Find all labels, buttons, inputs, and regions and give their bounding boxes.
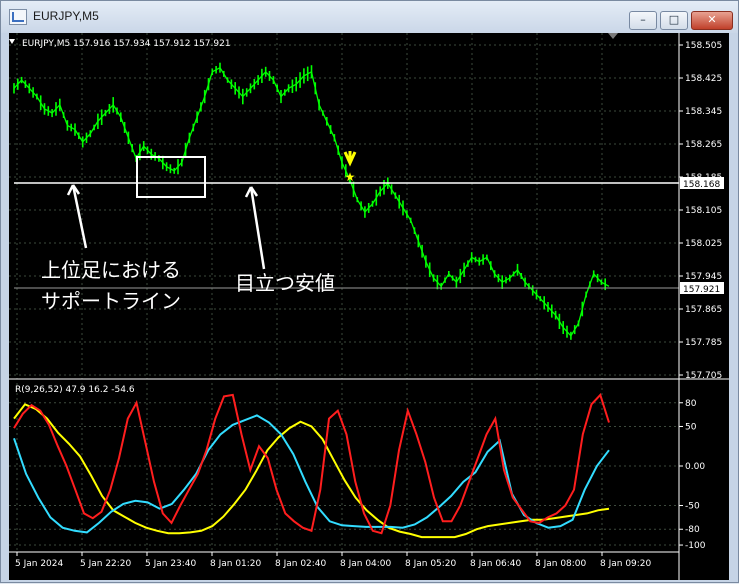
indicator-tick-label: -100: [685, 541, 706, 551]
time-tick-label: 8 Jan 08:00: [535, 559, 587, 569]
maximize-icon: □: [668, 13, 680, 26]
maximize-button[interactable]: □: [660, 11, 688, 30]
time-tick-label: 8 Jan 05:20: [405, 559, 457, 569]
minimize-icon: –: [640, 13, 646, 26]
window-titlebar[interactable]: EURJPY,M5 – □ ✕: [1, 1, 738, 33]
close-icon: ✕: [707, 13, 717, 26]
chart-window-icon: [9, 9, 27, 25]
time-tick-label: 5 Jan 2024: [15, 559, 63, 569]
time-tick-label: 8 Jan 04:00: [340, 559, 392, 569]
price-tick-label: 158.345: [685, 107, 722, 117]
price-tick-label: 158.025: [685, 239, 722, 249]
time-tick-label: 8 Jan 01:20: [210, 559, 262, 569]
indicator-tick-label: -80: [685, 525, 700, 535]
indicator-label: R(9,26,52) 47.9 16.2 -54.6: [15, 385, 135, 395]
minimize-button[interactable]: –: [629, 11, 657, 30]
cheap-value-annotation: 目立つ安値: [235, 271, 335, 295]
chart-area[interactable]: EURJPY,M5 157.916 157.934 157.912 157.92…: [9, 33, 729, 580]
price-tick-label: 157.945: [685, 272, 722, 282]
price-tick-label: 158.505: [685, 41, 722, 51]
indicator-tick-label: 0.00: [685, 462, 705, 472]
chart-info-label: EURJPY,M5 157.916 157.934 157.912 157.92…: [22, 39, 231, 49]
price-tick-label: 157.865: [685, 305, 722, 315]
price-tick-label: 158.105: [685, 206, 722, 216]
price-tick-label: 158.425: [685, 74, 722, 84]
indicator-tick-label: -50: [685, 502, 700, 512]
chart-window: EURJPY,M5 – □ ✕ EURJPY,M5 157.916 157.93…: [0, 0, 739, 583]
time-tick-label: 8 Jan 09:20: [600, 559, 652, 569]
support-annotation-line2: サポートライン: [41, 289, 181, 313]
indicator-tick-label: 80: [685, 399, 697, 409]
price-tick-label: 157.785: [685, 338, 722, 348]
indicator-tick-label: 50: [685, 422, 697, 432]
time-tick-label: 8 Jan 02:40: [275, 559, 327, 569]
star-icon: ★: [345, 170, 356, 184]
current-price-label: 157.921: [683, 285, 720, 295]
support-price-label: 158.168: [683, 180, 720, 190]
time-tick-label: 5 Jan 23:40: [145, 559, 197, 569]
window-title: EURJPY,M5: [33, 9, 99, 23]
close-button[interactable]: ✕: [691, 11, 733, 30]
time-tick-label: 5 Jan 22:20: [80, 559, 132, 569]
price-tick-label: 158.265: [685, 140, 722, 150]
support-annotation-line1: 上位足における: [41, 258, 181, 282]
chart-svg: EURJPY,M5 157.916 157.934 157.912 157.92…: [9, 33, 729, 580]
time-tick-label: 8 Jan 06:40: [470, 559, 522, 569]
